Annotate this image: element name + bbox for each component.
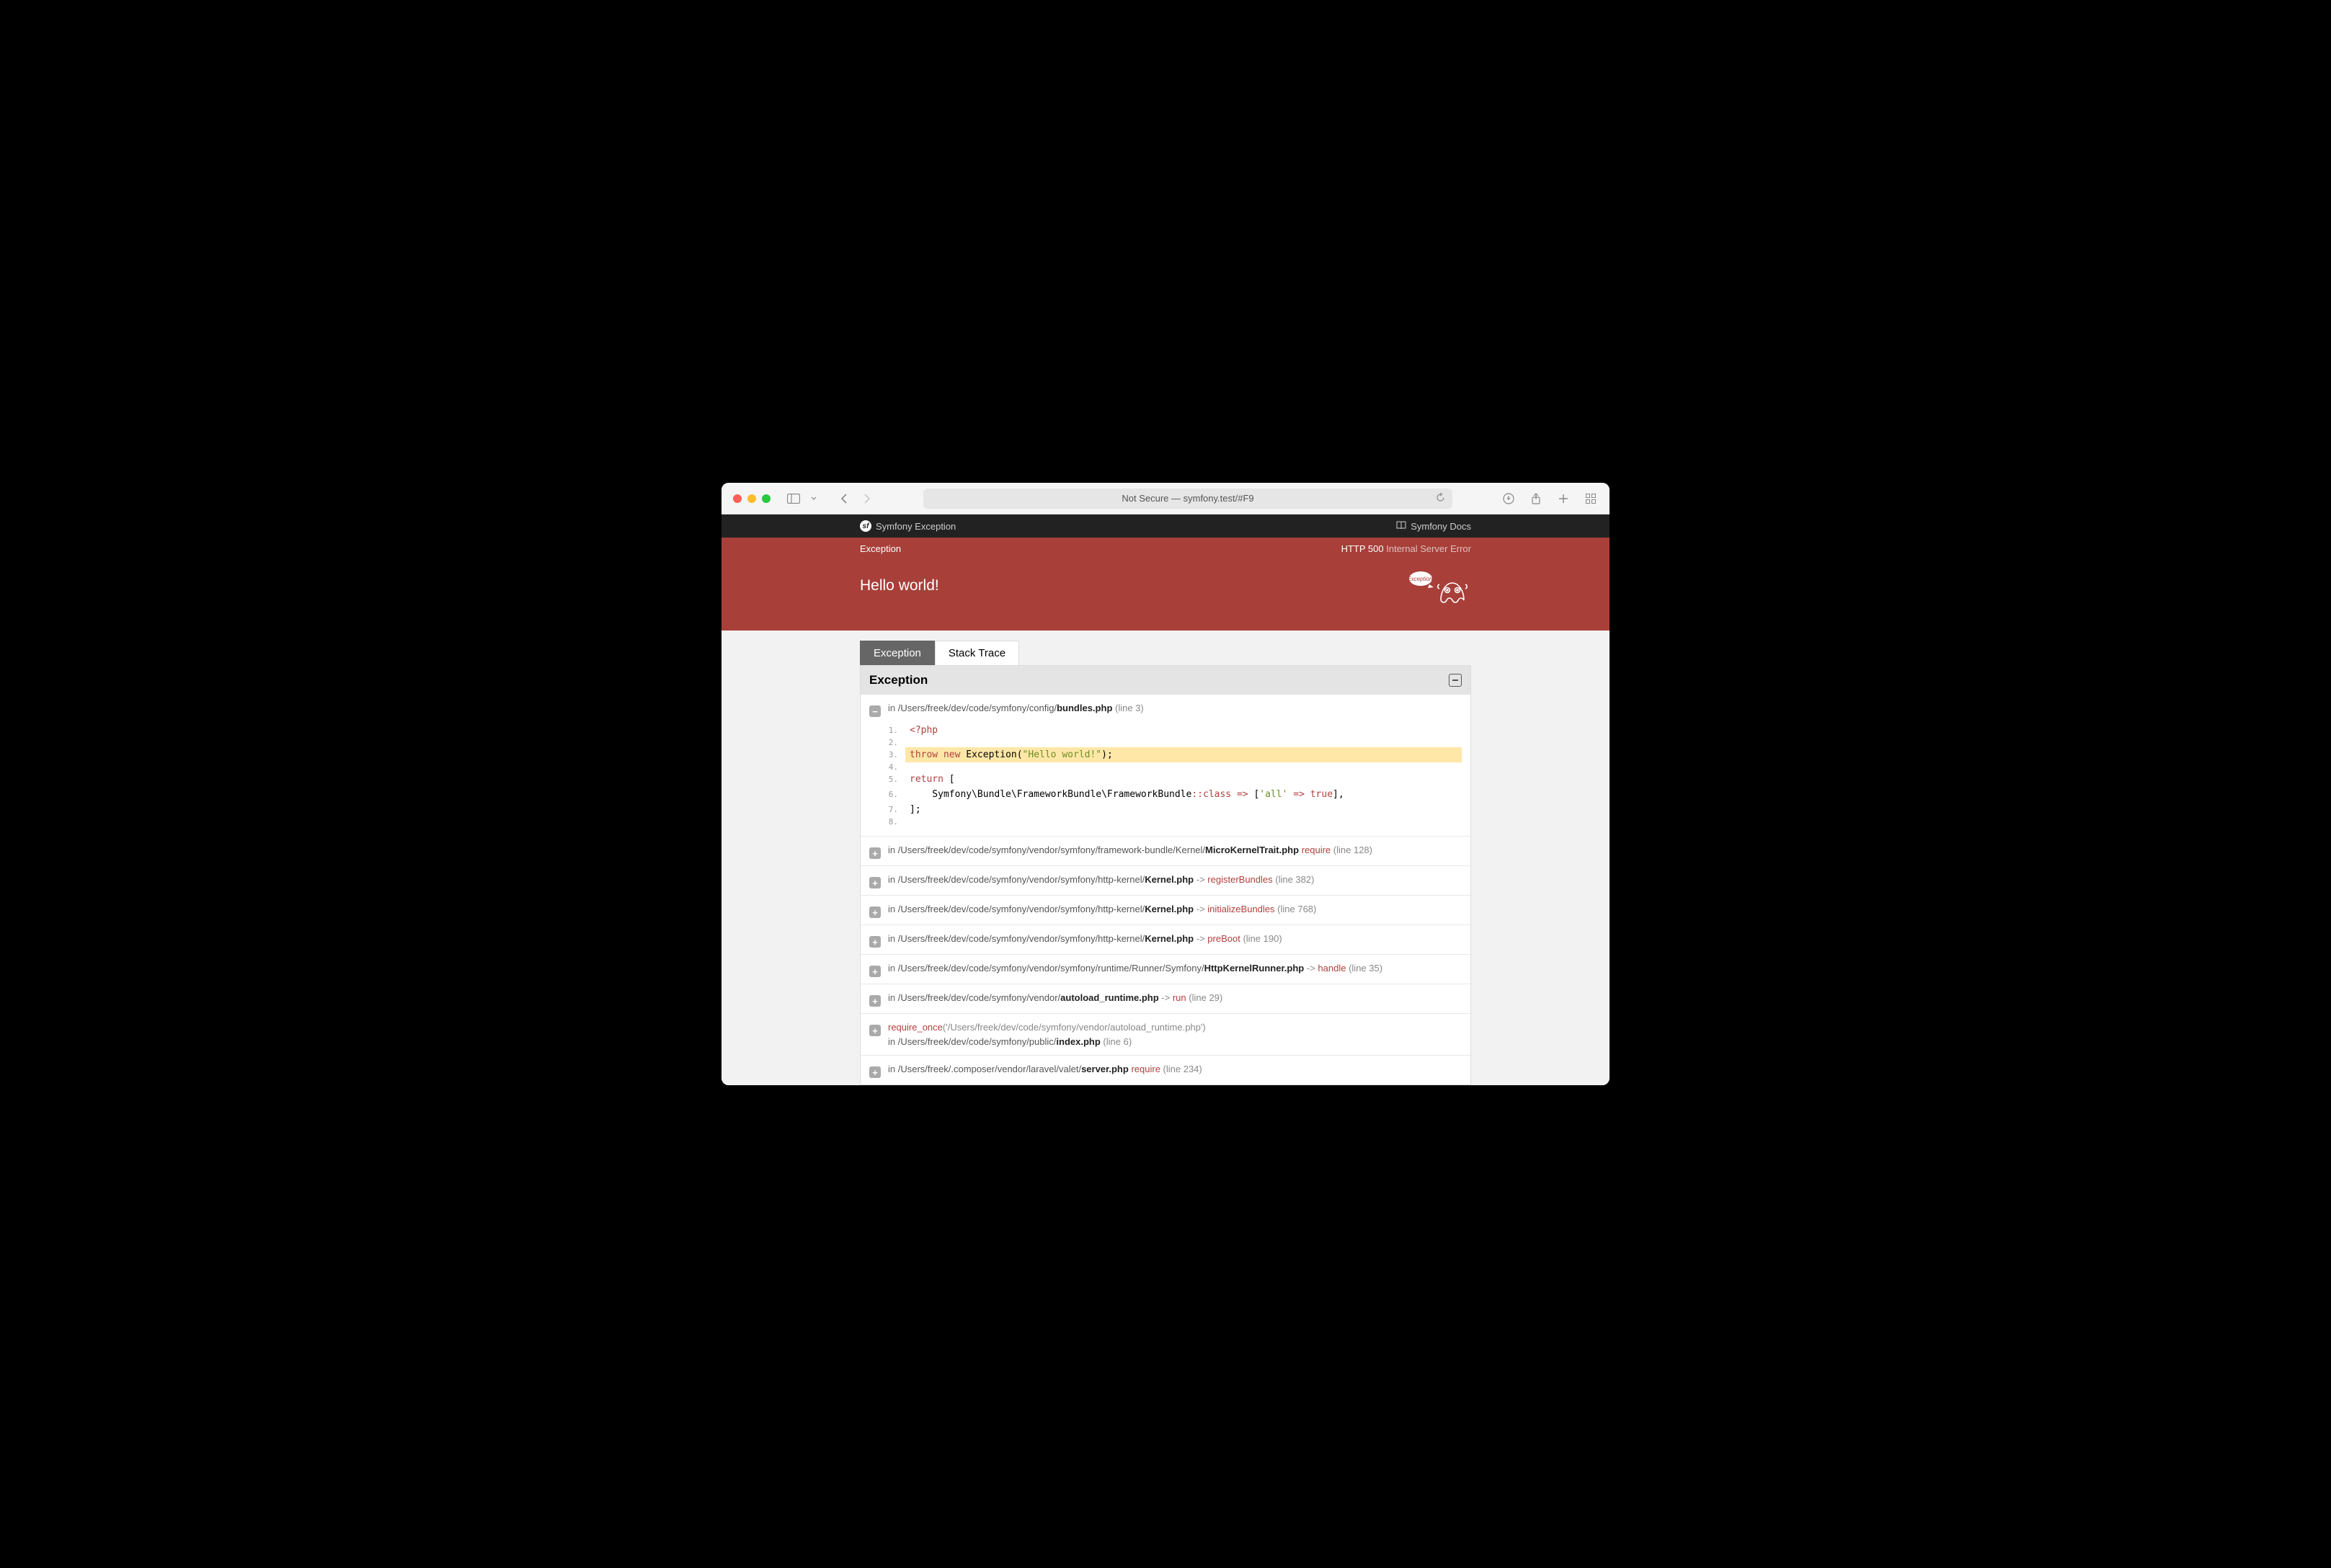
line-content xyxy=(905,820,1462,824)
line-number: 7 xyxy=(888,805,905,814)
stack-frame: in /Users/freek/dev/code/symfony/vendor/… xyxy=(861,925,1470,955)
code-line: 4 xyxy=(888,762,1462,772)
forward-button[interactable] xyxy=(860,491,874,506)
back-button[interactable] xyxy=(837,491,851,506)
expand-frame-button[interactable] xyxy=(869,995,881,1007)
window-controls xyxy=(733,494,771,503)
collapse-panel-button[interactable] xyxy=(1449,674,1462,687)
exception-message: Hello world! xyxy=(860,577,939,594)
frame-location: in /Users/freek/dev/code/symfony/vendor/… xyxy=(888,991,1462,1005)
share-icon[interactable] xyxy=(1529,491,1543,506)
http-status: HTTP 500 Internal Server Error xyxy=(1341,543,1471,554)
line-content: ]; xyxy=(905,802,1462,817)
frame-location: require_once('/Users/freek/dev/code/symf… xyxy=(888,1020,1462,1048)
browser-window: Not Secure — symfony.test/#F9 xyxy=(722,483,1610,1085)
code-line: 5return [ xyxy=(888,772,1462,787)
line-number: 5 xyxy=(888,775,905,784)
symfony-topbar: sf Symfony Exception Symfony Docs xyxy=(722,514,1610,538)
code-line: 8 xyxy=(888,817,1462,827)
page-content: sf Symfony Exception Symfony Docs Except… xyxy=(722,514,1610,1085)
stack-frame: in /Users/freek/dev/code/symfony/vendor/… xyxy=(861,837,1470,866)
line-content xyxy=(905,765,1462,770)
downloads-icon[interactable] xyxy=(1501,491,1516,506)
line-number: 2 xyxy=(888,738,905,747)
svg-text:Exception!: Exception! xyxy=(1407,576,1434,582)
http-desc: Internal Server Error xyxy=(1386,543,1471,554)
frame-location: in /Users/freek/dev/code/symfony/vendor/… xyxy=(888,873,1462,887)
line-number: 1 xyxy=(888,726,905,735)
stack-frame: in /Users/freek/dev/code/symfony/vendor/… xyxy=(861,896,1470,925)
frame-location: in /Users/freek/dev/code/symfony/vendor/… xyxy=(888,843,1462,858)
line-content: throw new Exception("Hello world!"); xyxy=(905,747,1462,762)
code-line: 3throw new Exception("Hello world!"); xyxy=(888,747,1462,762)
exception-class: Exception xyxy=(860,543,901,554)
close-window-button[interactable] xyxy=(733,494,742,503)
address-bar[interactable]: Not Secure — symfony.test/#F9 xyxy=(923,489,1452,509)
tab-stack-trace[interactable]: Stack Trace xyxy=(935,641,1019,665)
line-content: return [ xyxy=(905,772,1462,787)
code-line: 7]; xyxy=(888,802,1462,817)
line-number: 6 xyxy=(888,790,905,799)
sidebar-toggle-icon[interactable] xyxy=(786,491,801,506)
stack-frame: in /Users/freek/.composer/vendor/laravel… xyxy=(861,1056,1470,1084)
frame-location: in /Users/freek/dev/code/symfony/vendor/… xyxy=(888,932,1462,946)
expand-frame-button[interactable] xyxy=(869,1066,881,1078)
topbar-title: Symfony Exception xyxy=(876,521,956,532)
address-text: Not Secure — symfony.test/#F9 xyxy=(1122,493,1253,504)
book-icon xyxy=(1396,521,1406,532)
expand-frame-button[interactable] xyxy=(869,1025,881,1036)
line-number: 4 xyxy=(888,762,905,772)
line-number: 3 xyxy=(888,750,905,760)
tabs: Exception Stack Trace xyxy=(860,641,1471,665)
code-snippet: 1<?php23throw new Exception("Hello world… xyxy=(888,723,1462,827)
browser-chrome: Not Secure — symfony.test/#F9 xyxy=(722,483,1610,514)
stack-frame: in /Users/freek/dev/code/symfony/config/… xyxy=(861,695,1470,837)
tabs-overview-icon[interactable] xyxy=(1584,491,1598,506)
code-line: 1<?php xyxy=(888,723,1462,738)
chevron-down-icon[interactable] xyxy=(807,491,821,506)
maximize-window-button[interactable] xyxy=(762,494,771,503)
line-number: 8 xyxy=(888,817,905,827)
expand-frame-button[interactable] xyxy=(869,877,881,888)
error-banner: Exception HTTP 500 Internal Server Error… xyxy=(722,538,1610,631)
symfony-logo-icon: sf xyxy=(860,520,871,532)
panel-header: Exception xyxy=(861,666,1470,695)
stack-frame: require_once('/Users/freek/dev/code/symf… xyxy=(861,1014,1470,1056)
line-content: <?php xyxy=(905,723,1462,738)
stack-frame: in /Users/freek/dev/code/symfony/vendor/… xyxy=(861,866,1470,896)
reload-icon[interactable] xyxy=(1436,493,1445,504)
panel-title: Exception xyxy=(869,673,928,687)
collapse-frame-button[interactable] xyxy=(869,705,881,717)
line-content xyxy=(905,741,1462,745)
tab-exception[interactable]: Exception xyxy=(860,641,935,665)
stack-frame: in /Users/freek/dev/code/symfony/vendor/… xyxy=(861,984,1470,1014)
line-content: Symfony\Bundle\FrameworkBundle\Framework… xyxy=(905,787,1462,802)
new-tab-icon[interactable] xyxy=(1556,491,1571,506)
frame-location: in /Users/freek/dev/code/symfony/vendor/… xyxy=(888,902,1462,917)
code-line: 6 Symfony\Bundle\FrameworkBundle\Framewo… xyxy=(888,787,1462,802)
http-code: HTTP 500 xyxy=(1341,543,1384,554)
code-line: 2 xyxy=(888,738,1462,747)
expand-frame-button[interactable] xyxy=(869,936,881,948)
frame-location: in /Users/freek/.composer/vendor/laravel… xyxy=(888,1062,1462,1077)
frame-location: in /Users/freek/dev/code/symfony/config/… xyxy=(888,701,1462,716)
expand-frame-button[interactable] xyxy=(869,906,881,918)
expand-frame-button[interactable] xyxy=(869,966,881,977)
minimize-window-button[interactable] xyxy=(747,494,756,503)
symfony-docs-link[interactable]: Symfony Docs xyxy=(1411,521,1471,532)
exception-panel: Exception in /Users/freek/dev/code/symfo… xyxy=(860,665,1471,1085)
expand-frame-button[interactable] xyxy=(869,847,881,859)
frame-location: in /Users/freek/dev/code/symfony/vendor/… xyxy=(888,961,1462,976)
ghost-illustration-icon: Exception! xyxy=(1406,564,1471,607)
stack-frame: in /Users/freek/dev/code/symfony/vendor/… xyxy=(861,955,1470,984)
